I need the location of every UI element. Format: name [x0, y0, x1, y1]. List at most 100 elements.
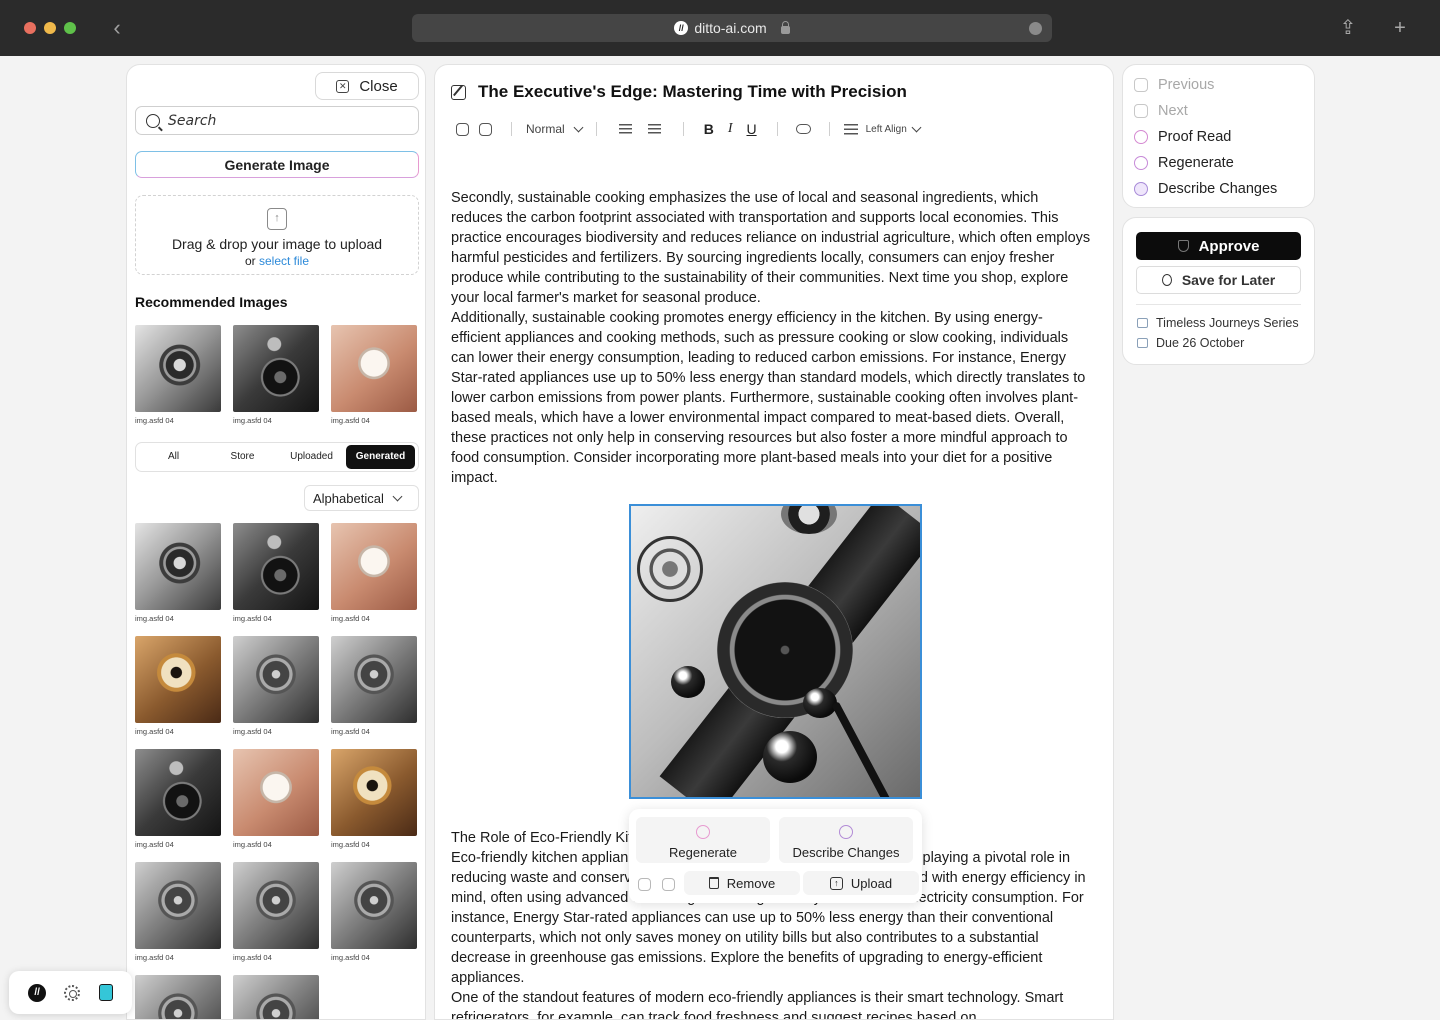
watch-thumbnail — [135, 325, 221, 412]
align-left-icon — [843, 123, 858, 135]
redo-icon[interactable] — [479, 122, 492, 136]
numbered-list-icon[interactable] — [647, 124, 661, 134]
watch-thumbnail — [331, 523, 417, 610]
back-arrow-icon[interactable]: ‹ — [104, 14, 130, 42]
selected-watch-image[interactable] — [629, 504, 922, 799]
document-title[interactable]: The Executive's Edge: Mastering Time wit… — [478, 82, 907, 102]
image-dropzone[interactable]: ↑ Drag & drop your image to upload or se… — [135, 195, 419, 275]
proof-read-icon — [1134, 130, 1148, 144]
bold-button[interactable]: B — [704, 121, 714, 137]
ditto-logo-icon[interactable]: // — [28, 983, 47, 1002]
tab-uploaded[interactable]: Uploaded — [277, 445, 346, 469]
gallery-image[interactable]: img.asfd 04 — [233, 862, 319, 962]
minimize-window-button[interactable] — [44, 22, 56, 34]
due-date: Due 26 October — [1137, 335, 1244, 351]
recommended-title: Recommended Images — [135, 294, 288, 310]
watch-thumbnail — [135, 862, 221, 949]
previous-button[interactable]: Previous — [1134, 75, 1214, 95]
gallery-image[interactable] — [233, 975, 319, 1019]
tab-all[interactable]: All — [139, 445, 208, 469]
generate-image-button[interactable]: Generate Image — [135, 151, 419, 178]
close-icon: ✕ — [336, 79, 350, 93]
more-options-icon[interactable] — [1029, 22, 1042, 35]
recommended-image[interactable]: img.asfd 04 — [331, 325, 417, 425]
upload-image-button[interactable]: ↑ Upload — [803, 871, 919, 895]
review-actions-panel: Previous Next Proof Read Regenerate Desc… — [1122, 64, 1315, 208]
watch-thumbnail — [135, 636, 221, 723]
gallery-image[interactable] — [135, 975, 221, 1019]
gallery-image[interactable]: img.asfd 04 — [233, 749, 319, 849]
gallery-image[interactable]: img.asfd 04 — [331, 636, 417, 736]
next-icon — [1134, 104, 1148, 118]
watch-thumbnail — [233, 523, 319, 610]
link-icon[interactable] — [795, 124, 811, 134]
gallery-image[interactable]: img.asfd 04 — [135, 636, 221, 736]
notes-icon[interactable] — [98, 984, 113, 1001]
image-caption: img.asfd 04 — [233, 727, 272, 736]
regenerate-icon — [1134, 156, 1148, 170]
paragraph[interactable]: Secondly, sustainable cooking emphasizes… — [451, 188, 1091, 308]
bullet-list-icon[interactable] — [618, 124, 632, 134]
describe-changes-button[interactable]: Describe Changes — [1134, 179, 1277, 199]
gallery-image[interactable]: img.asfd 04 — [331, 523, 417, 623]
recommended-image[interactable]: img.asfd 04 — [233, 325, 319, 425]
tab-generated[interactable]: Generated — [346, 445, 415, 469]
close-button[interactable]: ✕ Close — [315, 72, 419, 100]
gallery-image[interactable]: img.asfd 04 — [331, 862, 417, 962]
describe-changes-button[interactable]: Describe Changes — [779, 817, 913, 863]
series-icon — [1137, 318, 1148, 328]
gallery-image[interactable]: img.asfd 04 — [135, 749, 221, 849]
gallery-image[interactable]: img.asfd 04 — [135, 862, 221, 962]
image-caption: img.asfd 04 — [135, 727, 174, 736]
gallery-image[interactable]: img.asfd 04 — [233, 523, 319, 623]
image-caption: img.asfd 04 — [331, 953, 370, 962]
shield-icon — [1177, 240, 1189, 252]
save-for-later-button[interactable]: Save for Later — [1136, 266, 1301, 294]
app-dock: // — [9, 971, 132, 1014]
paragraph[interactable]: Additionally, sustainable cooking promot… — [451, 308, 1091, 488]
new-tab-icon[interactable]: + — [1386, 14, 1414, 42]
watch-thumbnail — [233, 636, 319, 723]
undo-icon[interactable] — [456, 122, 469, 136]
undo-icon[interactable] — [638, 878, 651, 891]
proof-read-button[interactable]: Proof Read — [1134, 127, 1231, 147]
lock-icon — [780, 21, 790, 34]
regenerate-button[interactable]: Regenerate — [1134, 153, 1234, 173]
image-caption: img.asfd 04 — [331, 416, 370, 425]
gallery-image[interactable]: img.asfd 04 — [331, 749, 417, 849]
watch-thumbnail — [331, 636, 417, 723]
approve-button[interactable]: Approve — [1136, 232, 1301, 260]
close-window-button[interactable] — [24, 22, 36, 34]
sort-dropdown[interactable]: Alphabetical — [304, 485, 419, 511]
address-bar[interactable]: // ditto-ai.com — [412, 14, 1052, 42]
underline-button[interactable]: U — [746, 121, 756, 137]
image-actions-popup: Regenerate Describe Changes Remove ↑ Upl… — [629, 809, 922, 903]
select-file-link[interactable]: select file — [259, 254, 309, 268]
redo-icon[interactable] — [662, 878, 675, 891]
tab-store[interactable]: Store — [208, 445, 277, 469]
chevron-down-icon — [573, 122, 584, 132]
image-caption: img.asfd 04 — [135, 840, 174, 849]
align-select[interactable]: Left Align — [843, 119, 922, 139]
gallery-image[interactable]: img.asfd 04 — [135, 523, 221, 623]
next-button[interactable]: Next — [1134, 101, 1188, 121]
image-caption: img.asfd 04 — [135, 416, 174, 425]
gallery-image[interactable]: img.asfd 04 — [233, 636, 319, 736]
search-field[interactable] — [135, 106, 419, 135]
watch-thumbnail — [233, 975, 319, 1019]
share-icon[interactable]: ⇪ — [1334, 14, 1362, 42]
watch-thumbnail — [135, 523, 221, 610]
search-input[interactable] — [168, 112, 408, 129]
paragraph[interactable]: One of the standout features of modern e… — [451, 988, 1091, 1019]
watch-thumbnail — [331, 749, 417, 836]
regenerate-image-button[interactable]: Regenerate — [636, 817, 770, 863]
watch-thumbnail — [233, 325, 319, 412]
settings-gear-icon[interactable] — [64, 984, 81, 1001]
image-caption: img.asfd 04 — [233, 953, 272, 962]
italic-button[interactable]: I — [728, 121, 733, 137]
recommended-image[interactable]: img.asfd 04 — [135, 325, 221, 425]
remove-image-button[interactable]: Remove — [684, 871, 800, 895]
text-style-select[interactable]: Normal — [526, 119, 584, 139]
maximize-window-button[interactable] — [64, 22, 76, 34]
watch-thumbnail — [331, 325, 417, 412]
